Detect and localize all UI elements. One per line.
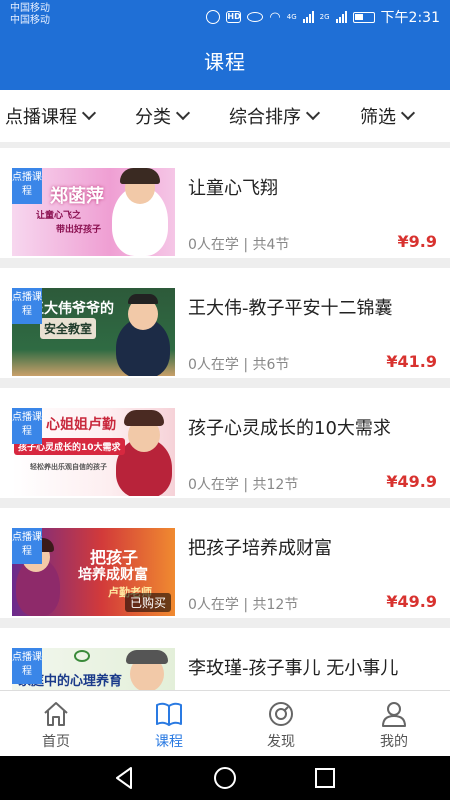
course-card[interactable]: 把孩子 培养成财富 卢勤老师 已购买 点播课程 把孩子培养成财富 0人在学 | … [0,508,450,618]
nav-home[interactable]: 首页 [0,691,112,757]
chevron-down-icon [305,105,321,121]
vod-course-tag: 点播课程 [12,168,42,204]
course-card[interactable]: 心姐姐卢勤 孩子心灵成长的10大需求 轻松养出乐观自信的孩子 点播课程 孩子心灵… [0,388,450,498]
page-title: 课程 [204,50,246,74]
alarm-icon [206,10,221,24]
vod-course-tag: 点播课程 [12,648,42,684]
chevron-down-icon [400,105,416,121]
clock: 下午2:31 [380,10,440,26]
thumb-subtitle-2: 带出好孩子 [56,225,102,235]
course-title: 孩子心灵成长的10大需求 [188,418,391,439]
status-bar: 中国移动 中国移动 HD ◠ 4G 2G 下午2:31 [0,0,450,32]
course-title: 让童心飞翔 [188,178,278,199]
filter-type[interactable]: 点播课程 [5,90,97,142]
signal-icon [302,11,314,23]
nav-discover[interactable]: 发现 [225,691,337,757]
course-thumbnail: 王大伟爷爷的 安全教室 点播课程 [12,288,175,376]
user-icon [382,702,406,727]
course-price: ¥41.9 [386,352,437,371]
home-icon [44,702,68,726]
course-meta: 0人在学 | 共4节 [188,237,290,253]
network-4g-label: 4G [286,13,297,21]
course-price: ¥49.9 [386,592,437,611]
course-thumbnail: 把孩子 培养成财富 卢勤老师 已购买 点播课程 [12,528,175,616]
course-thumbnail: 心姐姐卢勤 孩子心灵成长的10大需求 轻松养出乐观自信的孩子 点播课程 [12,408,175,496]
network-2g-label: 2G [319,13,330,21]
course-price: ¥9.9 [397,232,437,251]
hd-icon: HD [226,11,242,23]
vod-course-tag: 点播课程 [12,288,42,324]
thumb-subtitle-2: 轻松养出乐观自信的孩子 [30,463,107,471]
book-icon [156,702,182,726]
filter-category-label: 分类 [135,107,171,128]
course-meta: 0人在学 | 共6节 [188,357,290,373]
chevron-down-icon [175,105,191,121]
nav-discover-label: 发现 [267,734,295,750]
nav-mine-label: 我的 [380,734,408,750]
top-bar: 中国移动 中国移动 HD ◠ 4G 2G 下午2:31 课程 [0,0,450,90]
signal-icon-2 [335,11,347,23]
filter-sort-label: 综合排序 [229,107,301,128]
purchased-badge: 已购买 [124,593,171,612]
course-thumbnail: 家庭中的心理养育 点播课程 [12,648,175,690]
wifi-icon: ◠ [269,9,281,25]
course-card[interactable]: 家庭中的心理养育 点播课程 李玫瑾-孩子事儿 无小事儿 [0,628,450,690]
leaf-logo-icon [74,650,90,662]
filter-screen[interactable]: 筛选 [360,90,416,142]
course-meta: 0人在学 | 共12节 [188,597,299,613]
course-card[interactable]: 王大伟爷爷的 安全教室 点播课程 王大伟-教子平安十二锦囊 0人在学 | 共6节… [0,268,450,378]
carrier-info: 中国移动 中国移动 [10,3,50,27]
nav-courses[interactable]: 课程 [113,691,225,757]
course-card[interactable]: 郑菡萍 让童心飞之 带出好孩子 点播课程 让童心飞翔 0人在学 | 共4节 ¥9… [0,148,450,258]
vod-course-tag: 点播课程 [12,528,42,564]
bottom-nav: 首页 课程 发现 我的 [0,690,450,756]
course-list: 郑菡萍 让童心飞之 带出好孩子 点播课程 让童心飞翔 0人在学 | 共4节 ¥9… [0,148,450,690]
chevron-down-icon [81,105,97,121]
filter-screen-label: 筛选 [360,107,396,128]
nav-home-label: 首页 [42,734,70,750]
course-thumbnail: 郑菡萍 让童心飞之 带出好孩子 点播课程 [12,168,175,256]
nav-courses-label: 课程 [155,734,183,750]
status-icons: HD ◠ 4G 2G 下午2:31 [206,7,440,27]
carrier-2: 中国移动 [10,15,50,26]
battery-icon [352,11,375,23]
back-icon[interactable] [111,764,139,792]
course-price: ¥49.9 [386,472,437,491]
thumb-subtitle: 安全教室 [40,318,97,339]
course-title: 王大伟-教子平安十二锦囊 [188,298,393,319]
course-meta: 0人在学 | 共12节 [188,477,299,493]
course-title: 李玫瑾-孩子事儿 无小事儿 [188,658,399,679]
filter-bar: 点播课程 分类 综合排序 筛选 [0,90,450,148]
system-nav-bar [0,756,450,800]
eye-icon [247,12,264,22]
compass-icon [269,702,293,726]
home-circle-icon[interactable] [211,764,239,792]
vod-course-tag: 点播课程 [12,408,42,444]
filter-category[interactable]: 分类 [135,90,191,142]
carrier-1: 中国移动 [10,3,50,14]
filter-sort[interactable]: 综合排序 [229,90,321,142]
course-title: 把孩子培养成财富 [188,538,332,559]
recents-icon[interactable] [311,764,339,792]
nav-mine[interactable]: 我的 [338,691,450,757]
filter-type-label: 点播课程 [5,107,77,128]
thumb-headline: 心姐姐卢勤 [46,417,116,433]
